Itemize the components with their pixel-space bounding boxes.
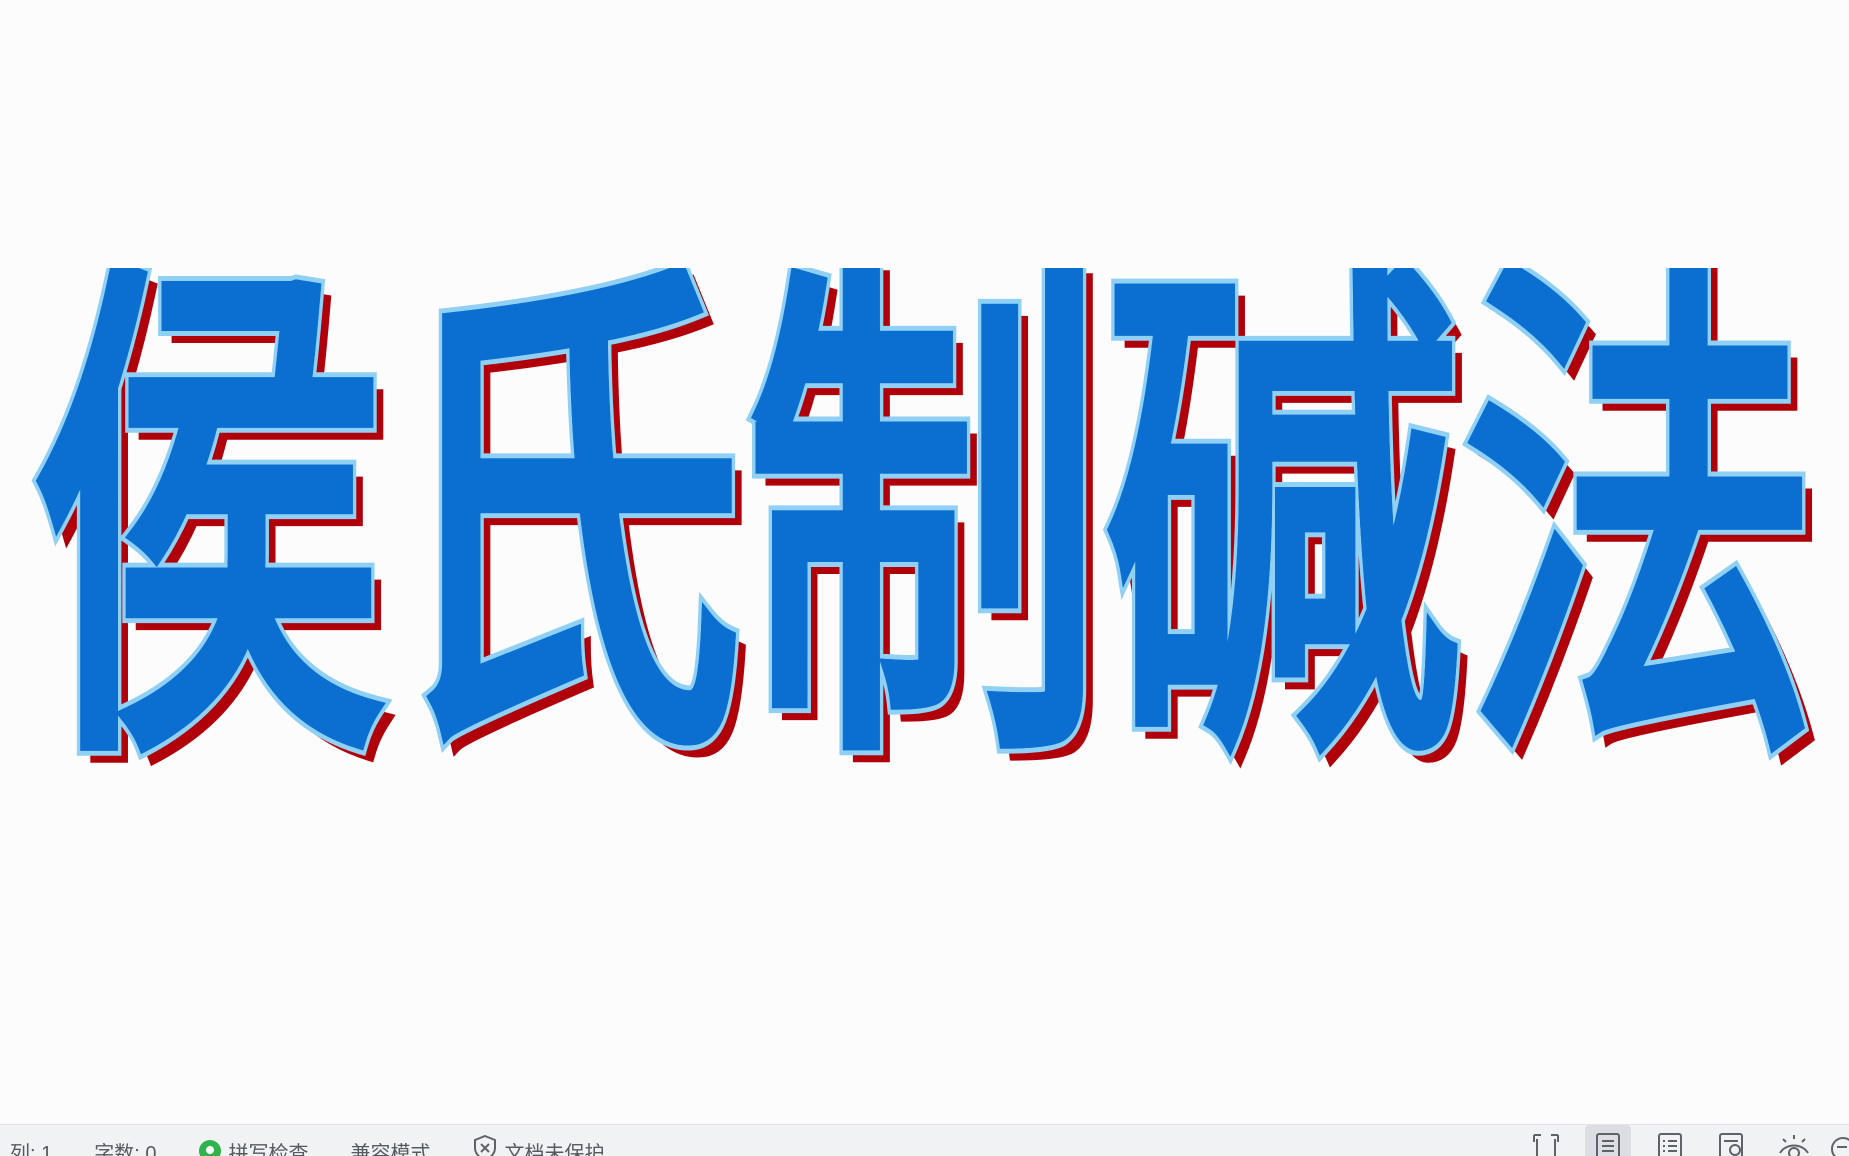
wordart-svg: 侯氏制碱法 侯氏制碱法 侯氏制碱法 (24, 268, 1829, 828)
document-protection-button[interactable]: 文档未保护 (473, 1134, 605, 1156)
full-screen-view-icon (1533, 1134, 1559, 1156)
wordart-main-text: 侯氏制碱法 (29, 268, 1819, 824)
page-view-button[interactable] (1585, 1125, 1631, 1156)
eye-protection-icon (1779, 1135, 1809, 1156)
full-screen-view-button[interactable] (1523, 1125, 1569, 1156)
web-layout-view-icon (1719, 1133, 1743, 1156)
more-view-button[interactable] (1827, 1125, 1849, 1156)
spell-check-button[interactable]: 拼写检查 (198, 1137, 309, 1156)
shield-x-icon (473, 1134, 497, 1156)
compat-mode-label: 兼容模式 (350, 1142, 431, 1156)
spell-check-label: 拼写检查 (228, 1142, 309, 1156)
column-indicator[interactable]: 列: 1 (10, 1137, 52, 1156)
outline-view-icon (1658, 1133, 1682, 1156)
protection-label: 文档未保护 (504, 1142, 605, 1156)
document-canvas[interactable]: 侯氏制碱法 侯氏制碱法 侯氏制碱法 (0, 0, 1849, 1124)
word-count[interactable]: 字数: 0 (94, 1137, 156, 1156)
page-view-icon (1596, 1133, 1620, 1156)
status-bar: 列: 1 字数: 0 拼写检查 兼容模式 文档未保护 (0, 1124, 1849, 1156)
web-layout-view-button[interactable] (1709, 1125, 1755, 1156)
outline-view-button[interactable] (1647, 1125, 1693, 1156)
status-bar-left: 列: 1 字数: 0 拼写检查 兼容模式 文档未保护 (10, 1134, 647, 1156)
eye-protection-button[interactable] (1771, 1125, 1817, 1156)
spell-check-icon (198, 1140, 221, 1156)
wordart-title[interactable]: 侯氏制碱法 侯氏制碱法 侯氏制碱法 (0, 268, 1849, 828)
view-switcher (1507, 1125, 1849, 1156)
more-view-icon (1831, 1137, 1849, 1156)
